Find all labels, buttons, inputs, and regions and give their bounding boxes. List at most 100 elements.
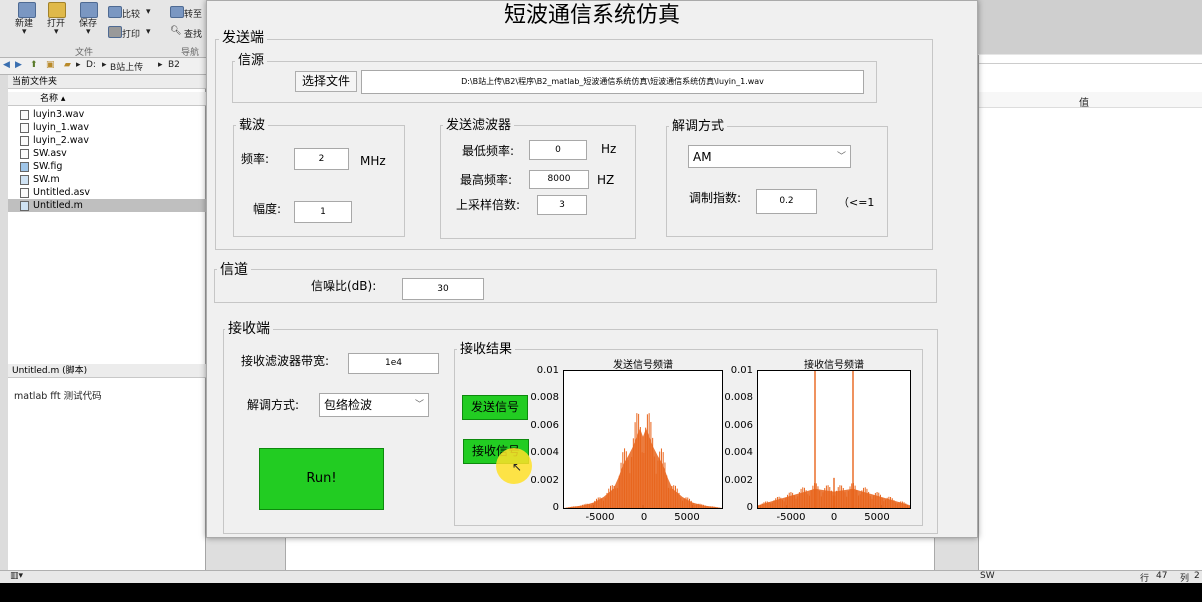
value-column-header[interactable]: 值 [1079, 94, 1089, 109]
file-item[interactable]: luyin_2.wav [20, 134, 89, 147]
choose-file-button[interactable]: 选择文件 [295, 71, 357, 92]
file-name: luyin_2.wav [33, 135, 89, 146]
left-scrollbar[interactable] [0, 75, 8, 570]
figure-title: 短波通信系统仿真 [503, 3, 680, 28]
find-icon[interactable]: 🔍︎ [170, 26, 181, 36]
plot1-ytick: 0.008 [530, 392, 559, 403]
chevron-down-icon[interactable]: ▾ [146, 27, 151, 37]
plot2-ytick: 0.004 [724, 447, 753, 458]
file-name: Untitled.asv [33, 187, 90, 198]
goto-button[interactable]: 转至 [184, 7, 202, 20]
print-icon[interactable] [108, 26, 122, 38]
plot1-title: 发送信号频谱 [613, 360, 673, 371]
m-file-icon [20, 174, 29, 185]
find-button[interactable]: 查找 [184, 27, 202, 40]
chevron-down-icon[interactable]: ▾ [86, 27, 91, 37]
status-bar: ▥▾ SW 行 47 列 2 [0, 570, 1202, 584]
path-separator-icon: ▸ [76, 60, 81, 70]
snr-input[interactable]: 30 [402, 278, 484, 300]
upsample-label: 上采样倍数: [456, 198, 521, 212]
plot2-ytick: 0 [746, 502, 753, 513]
plot1-ytick: 0.002 [530, 475, 559, 486]
plot2-xtick: 5000 [864, 512, 890, 523]
chevron-down-icon[interactable]: ﹀ [415, 394, 424, 416]
details-title: Untitled.m (脚本) [8, 364, 206, 378]
carrier-amp-input[interactable]: 1 [294, 201, 352, 223]
address-bar[interactable]: ◀ ▶ ⬆ ▣ ▰ ▸ D: ▸ B站上传 ▸ B2 [0, 58, 206, 75]
plot1-ytick: 0.004 [530, 447, 559, 458]
file-name: luyin3.wav [33, 109, 85, 120]
fmin-label: 最低频率: [462, 144, 515, 158]
plot1-svg [564, 413, 722, 508]
plot1-ytick: 0.01 [536, 365, 559, 376]
plot1-xtick: 0 [640, 512, 648, 523]
file-item[interactable]: luyin3.wav [20, 108, 84, 121]
send-signal-button[interactable]: 发送信号 [462, 395, 528, 420]
goto-icon[interactable] [170, 6, 184, 18]
details-text: matlab fft 测试代码 [14, 391, 102, 402]
fmax-input[interactable]: 8000 [529, 170, 589, 189]
audio-file-icon [20, 109, 29, 120]
chevron-down-icon[interactable]: ▾ [22, 27, 27, 37]
forward-arrow-icon[interactable]: ▶ [15, 60, 22, 70]
workspace-header: 值 [979, 92, 1202, 109]
section-file-label: 文件 [75, 48, 94, 58]
mod-index-input[interactable]: 0.2 [756, 189, 817, 214]
name-column-header[interactable]: 名称 ▴ [8, 92, 206, 106]
path-separator-icon: ▸ [158, 60, 163, 70]
chevron-down-icon[interactable]: ▾ [146, 7, 151, 17]
browse-folder-icon[interactable]: ▣ [46, 60, 55, 70]
demod-select[interactable]: 包络检波 ﹀ [319, 393, 429, 417]
fmax-label: 最高频率: [460, 173, 513, 187]
plot1-ytick: 0.006 [530, 420, 559, 431]
chevron-down-icon[interactable]: ﹀ [837, 146, 846, 168]
folder-icon: ▰ [64, 60, 71, 70]
workspace-panel: 值 [978, 55, 1202, 570]
carrier-freq-input[interactable]: 2 [294, 148, 349, 170]
fmin-input[interactable]: 0 [529, 140, 587, 160]
upsample-input[interactable]: 3 [537, 195, 587, 215]
print-button[interactable]: 打印 [122, 27, 140, 40]
file-item[interactable]: Untitled.asv [20, 186, 90, 199]
fmin-unit: Hz [601, 142, 617, 156]
address-segment[interactable]: D: [86, 60, 96, 70]
file-item[interactable]: SW.m [20, 173, 60, 186]
file-item[interactable]: luyin_1.wav [20, 121, 89, 134]
status-line: 47 [1156, 571, 1168, 581]
back-arrow-icon[interactable]: ◀ [3, 60, 10, 70]
status-col: 2 [1194, 571, 1200, 581]
channel-title: 信道 [217, 263, 251, 277]
status-file: SW [980, 571, 995, 581]
up-folder-icon[interactable]: ⬆ [30, 60, 38, 70]
compare-icon[interactable] [108, 6, 122, 18]
path-separator-icon: ▸ [102, 60, 107, 70]
run-button[interactable]: Run! [259, 448, 384, 510]
mouse-pointer-icon: ↖ [512, 460, 523, 474]
sender-title: 发送端 [219, 31, 267, 45]
source-title: 信源 [235, 54, 268, 68]
rx-bw-input[interactable]: 1e4 [348, 353, 439, 374]
receiver-title: 接收端 [225, 322, 273, 336]
plot1-spectrum-area [564, 428, 722, 508]
command-window[interactable] [285, 538, 935, 570]
chevron-down-icon[interactable]: ▾ [54, 27, 59, 37]
compare-button[interactable]: 比较 [122, 7, 140, 20]
fmax-unit: HZ [597, 173, 615, 187]
file-name: luyin_1.wav [33, 122, 89, 133]
carrier-title: 载波 [236, 119, 269, 133]
plot2-ytick: 0.006 [724, 420, 753, 431]
address-segment[interactable]: B站上传 [110, 60, 143, 73]
file-name: SW.fig [33, 161, 63, 172]
modulation-select[interactable]: AM ﹀ [688, 145, 851, 168]
file-item-selected[interactable]: Untitled.m [8, 199, 206, 212]
address-segment[interactable]: B2 [168, 60, 180, 70]
carrier-freq-unit: MHz [360, 154, 386, 168]
file-path-field[interactable]: D:\B站上传\B2\程序\B2_matlab_短波通信系统仿真\短波通信系统仿… [361, 70, 864, 94]
figure-window: 短波通信系统仿真 发送端 信源 选择文件 D:\B站上传\B2\程序\B2_ma… [206, 0, 978, 538]
section-nav-label: 导航 [181, 48, 200, 58]
file-item[interactable]: SW.asv [20, 147, 67, 160]
tx-filter-title: 发送滤波器 [443, 119, 515, 133]
status-grip-icon: ▥▾ [10, 571, 24, 581]
file-item[interactable]: SW.fig [20, 160, 62, 173]
fig-file-icon [20, 161, 29, 172]
